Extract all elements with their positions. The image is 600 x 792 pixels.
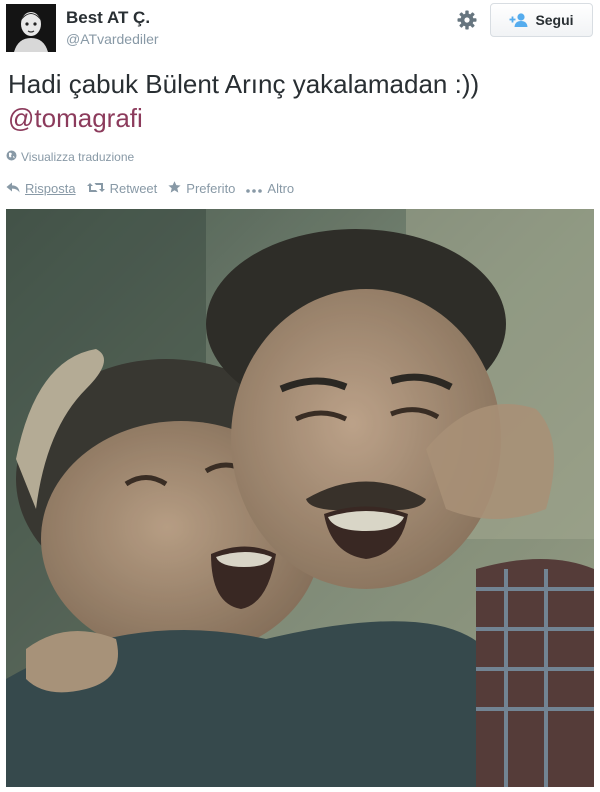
tweet-photo[interactable] (6, 209, 594, 787)
favorite-label: Preferito (186, 181, 236, 196)
reply-button[interactable]: Risposta (6, 181, 76, 196)
tweet-actions: Risposta Retweet Preferito Altro (6, 181, 305, 196)
follow-button[interactable]: Segui (490, 3, 593, 37)
globe-icon (6, 150, 17, 164)
add-user-icon (509, 12, 529, 28)
reply-label: Risposta (25, 181, 76, 196)
reply-icon (6, 181, 20, 196)
star-icon (168, 181, 181, 196)
more-label: Altro (267, 181, 295, 196)
tweet-body: Hadi çabuk Bülent Arınç yakalamadan :)) (8, 69, 480, 99)
retweet-label: Retweet (109, 181, 158, 196)
favorite-button[interactable]: Preferito (168, 181, 235, 196)
mention-link[interactable]: @tomagrafi (8, 103, 143, 133)
retweet-icon (86, 181, 105, 196)
tweet-text: Hadi çabuk Bülent Arınç yakalamadan :)) … (8, 67, 593, 135)
display-name[interactable]: Best AT Ç. (66, 8, 150, 28)
translate-label: Visualizza traduzione (21, 150, 135, 164)
follow-label: Segui (535, 12, 574, 28)
retweet-button[interactable]: Retweet (86, 181, 158, 196)
user-handle[interactable]: @ATvardediler (66, 31, 159, 47)
tweet-card: Best AT Ç. @ATvardediler Segui Hadi çabu… (0, 0, 600, 792)
avatar[interactable] (6, 4, 56, 52)
translate-link[interactable]: Visualizza traduzione (6, 150, 134, 164)
more-dots-icon (246, 181, 263, 196)
gear-icon[interactable] (456, 9, 478, 31)
more-button[interactable]: Altro (246, 181, 294, 196)
